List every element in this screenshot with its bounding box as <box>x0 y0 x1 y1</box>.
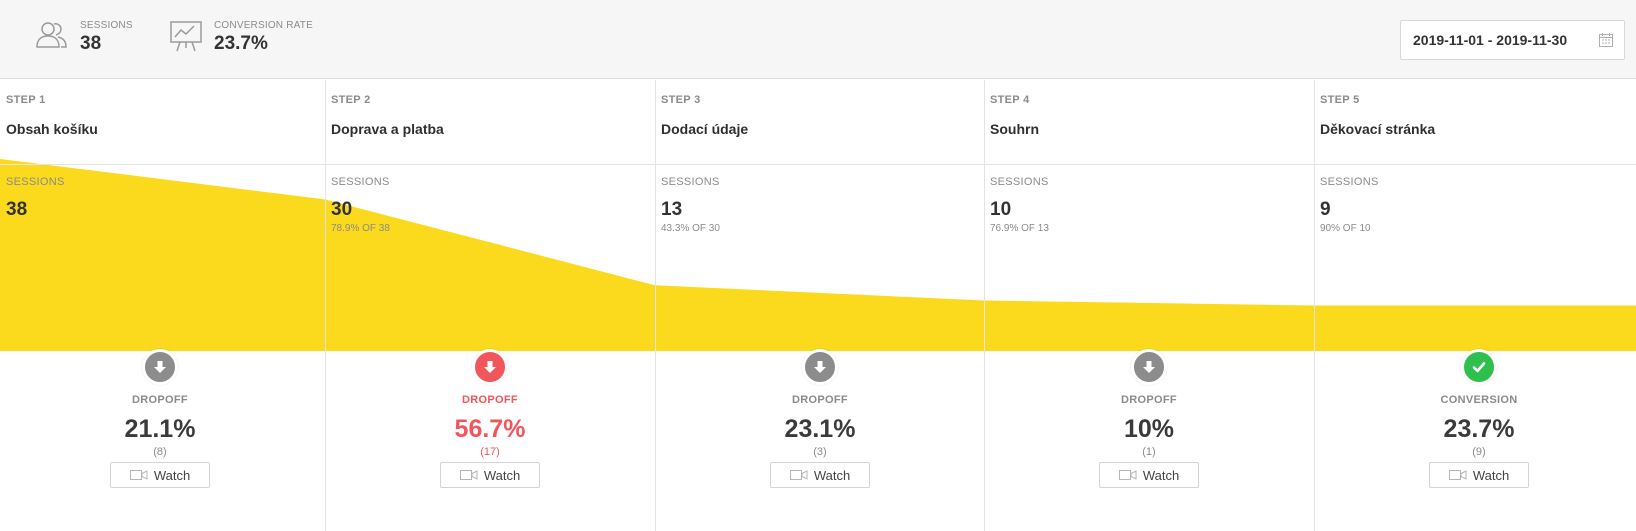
watch-button[interactable]: Watch <box>770 462 870 488</box>
dropoff-stat: DROPOFF 10% (1) <box>1049 394 1249 458</box>
dropoff-arrow-icon <box>142 349 178 385</box>
dropoff-arrow-icon <box>1131 349 1167 385</box>
step-header: STEP 2 Doprava a platba <box>325 80 655 164</box>
sessions-percent-of-previous: 90% OF 10 <box>1320 223 1371 234</box>
sessions-value: 38 <box>6 199 28 220</box>
watch-button[interactable]: Watch <box>1099 462 1199 488</box>
dropoff-arrow-icon <box>802 349 838 385</box>
watch-label: Watch <box>483 467 521 483</box>
outcome-count: (1) <box>1142 446 1156 458</box>
header-divider <box>0 164 1636 165</box>
watch-label: Watch <box>813 467 851 483</box>
conversion-stat: CONVERSION 23.7% (9) <box>1379 394 1579 458</box>
video-camera-icon <box>789 470 808 480</box>
conversion-metric-label: CONVERSION RATE <box>214 20 313 31</box>
step-name: Dodací údaje <box>661 121 749 137</box>
outcome-label: DROPOFF <box>1121 394 1177 406</box>
conversion-metric-value: 23.7% <box>214 33 268 54</box>
funnel-sessions-area <box>0 159 1636 351</box>
outcome-label: DROPOFF <box>792 394 848 406</box>
step-name: Obsah košíku <box>6 121 98 137</box>
video-camera-icon <box>459 470 478 480</box>
sessions-metric-label: SESSIONS <box>80 20 133 31</box>
dropoff-arrow-icon <box>472 349 508 385</box>
outcome-percent: 21.1% <box>124 415 196 443</box>
step-header: STEP 4 Souhrn <box>984 80 1314 164</box>
sessions-metric: SESSIONS 38 <box>34 18 133 56</box>
watch-button[interactable]: Watch <box>110 462 210 488</box>
outcome-percent: 56.7% <box>454 415 526 443</box>
dropoff-stat: DROPOFF 21.1% (8) <box>60 394 260 458</box>
outcome-percent: 23.7% <box>1443 415 1515 443</box>
conversion-metric: CONVERSION RATE 23.7% <box>168 18 313 56</box>
sessions-label: SESSIONS <box>6 176 65 188</box>
step-header: STEP 5 Děkovací stránka <box>1314 80 1636 164</box>
sessions-percent-of-previous: 78.9% OF 38 <box>331 223 390 234</box>
step-number: STEP 3 <box>661 94 701 106</box>
date-range-value: 2019-11-01 - 2019-11-30 <box>1413 32 1568 48</box>
step-number: STEP 2 <box>331 94 371 106</box>
conversion-check-icon <box>1461 349 1497 385</box>
sessions-metric-value: 38 <box>80 33 102 54</box>
watch-button[interactable]: Watch <box>440 462 540 488</box>
step-number: STEP 4 <box>990 94 1030 106</box>
funnel-steps: STEP 1 Obsah košíku SESSIONS 38 DROPOFF 21.1%… <box>0 80 1636 531</box>
sessions-percent-of-previous: 43.3% OF 30 <box>661 223 720 234</box>
sessions-value: 10 <box>990 199 1012 220</box>
sessions-value: 30 <box>331 199 353 220</box>
outcome-label: DROPOFF <box>132 394 188 406</box>
step-sessions: SESSIONS 30 78.9% OF 38 <box>325 176 396 234</box>
sessions-value: 9 <box>1320 199 1331 220</box>
outcome-label: DROPOFF <box>462 394 518 406</box>
calendar-icon <box>1599 33 1613 47</box>
sessions-label: SESSIONS <box>661 176 720 188</box>
watch-label: Watch <box>153 467 191 483</box>
step-name: Děkovací stránka <box>1320 121 1436 137</box>
watch-button[interactable]: Watch <box>1429 462 1529 488</box>
step-name: Souhrn <box>990 121 1039 137</box>
outcome-percent: 10% <box>1123 415 1175 443</box>
summary-bar: SESSIONS 38 CONVERSION RATE 23.7% 2019-1… <box>0 0 1636 79</box>
video-camera-icon <box>129 470 148 480</box>
dropoff-stat: DROPOFF 23.1% (3) <box>720 394 920 458</box>
sessions-label: SESSIONS <box>331 176 390 188</box>
step-sessions: SESSIONS 38 <box>0 176 71 223</box>
step-number: STEP 5 <box>1320 94 1360 106</box>
dropoff-stat: DROPOFF 56.7% (17) <box>390 394 590 458</box>
outcome-count: (9) <box>1472 446 1486 458</box>
video-camera-icon <box>1118 470 1137 480</box>
outcome-count: (3) <box>813 446 827 458</box>
sessions-label: SESSIONS <box>1320 176 1379 188</box>
outcome-count: (17) <box>480 446 500 458</box>
sessions-label: SESSIONS <box>990 176 1049 188</box>
date-range-picker[interactable]: 2019-11-01 - 2019-11-30 <box>1400 20 1625 60</box>
step-name: Doprava a platba <box>331 121 444 137</box>
step-sessions: SESSIONS 9 90% OF 10 <box>1314 176 1385 234</box>
step-sessions: SESSIONS 10 76.9% OF 13 <box>984 176 1055 234</box>
outcome-count: (8) <box>153 446 167 458</box>
step-header: STEP 3 Dodací údaje <box>655 80 984 164</box>
sessions-percent-of-previous: 76.9% OF 13 <box>990 223 1049 234</box>
presentation-chart-icon <box>170 21 202 52</box>
watch-label: Watch <box>1142 467 1180 483</box>
step-sessions: SESSIONS 13 43.3% OF 30 <box>655 176 726 234</box>
step-header: STEP 1 Obsah košíku <box>0 80 325 164</box>
sessions-value: 13 <box>661 199 683 220</box>
users-icon <box>36 22 67 48</box>
outcome-percent: 23.1% <box>784 415 856 443</box>
outcome-label: CONVERSION <box>1440 394 1518 406</box>
watch-label: Watch <box>1472 467 1510 483</box>
video-camera-icon <box>1448 470 1467 480</box>
step-number: STEP 1 <box>6 94 46 106</box>
